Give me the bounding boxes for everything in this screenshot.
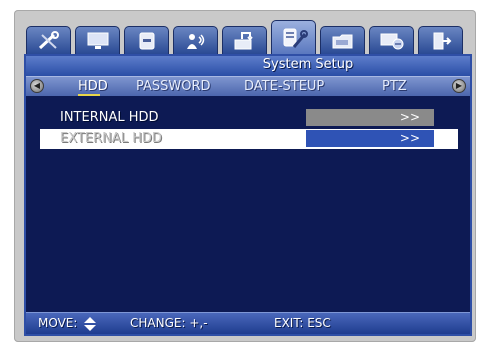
tab-exit[interactable] (418, 26, 463, 54)
tab-search[interactable] (320, 26, 365, 54)
status-bar: MOVE: CHANGE: +,- EXIT: ESC (26, 312, 470, 334)
subtab-hdd[interactable]: HDD (78, 79, 108, 94)
status-change: CHANGE: +,- (130, 316, 208, 330)
tab-hdd[interactable] (124, 26, 169, 54)
subtab-bar: ◀ HDD PASSWORD DATE-STEUP PTZ ▶ (26, 76, 470, 96)
tab-network[interactable] (369, 26, 414, 54)
row-label: INTERNAL HDD (60, 110, 159, 125)
monitor-icon (87, 32, 108, 49)
network-icon (380, 33, 403, 49)
page-title: System Setup (262, 57, 354, 72)
subtab-password[interactable]: PASSWORD (136, 79, 211, 94)
status-move: MOVE: (38, 316, 78, 330)
record-icon (234, 31, 253, 49)
camera-person-icon (186, 33, 204, 49)
tools-icon (38, 30, 59, 49)
tab-tools[interactable] (26, 26, 71, 54)
external-hdd-enter-button[interactable]: >> (306, 130, 434, 147)
hdd-icon (139, 32, 154, 49)
active-underline (78, 94, 100, 96)
row-label: EXTERNAL HDD (60, 131, 162, 146)
tab-display[interactable] (75, 26, 120, 54)
folder-icon (332, 34, 352, 48)
up-down-arrow-icon (84, 317, 96, 331)
prev-arrow-icon[interactable]: ◀ (30, 79, 44, 93)
next-arrow-icon[interactable]: ▶ (452, 79, 466, 93)
setup-screen: System Setup ◀ HDD PASSWORD DATE-STEUP P… (24, 54, 472, 336)
system-setup-icon (283, 28, 308, 48)
menu-row-internal-hdd[interactable]: INTERNAL HDD >> (40, 108, 458, 128)
tab-camera[interactable] (173, 26, 218, 54)
title-bar: System Setup (26, 56, 470, 76)
tab-system-setup[interactable] (271, 20, 316, 54)
status-exit: EXIT: ESC (274, 316, 331, 330)
subtab-ptz[interactable]: PTZ (382, 79, 407, 94)
top-tab-bar (26, 20, 466, 54)
exit-icon (433, 32, 451, 49)
subtab-date-setup[interactable]: DATE-STEUP (244, 79, 324, 94)
menu-row-external-hdd[interactable]: EXTERNAL HDD >> (40, 129, 458, 149)
tab-record[interactable] (222, 26, 267, 54)
internal-hdd-enter-button[interactable]: >> (306, 109, 434, 126)
